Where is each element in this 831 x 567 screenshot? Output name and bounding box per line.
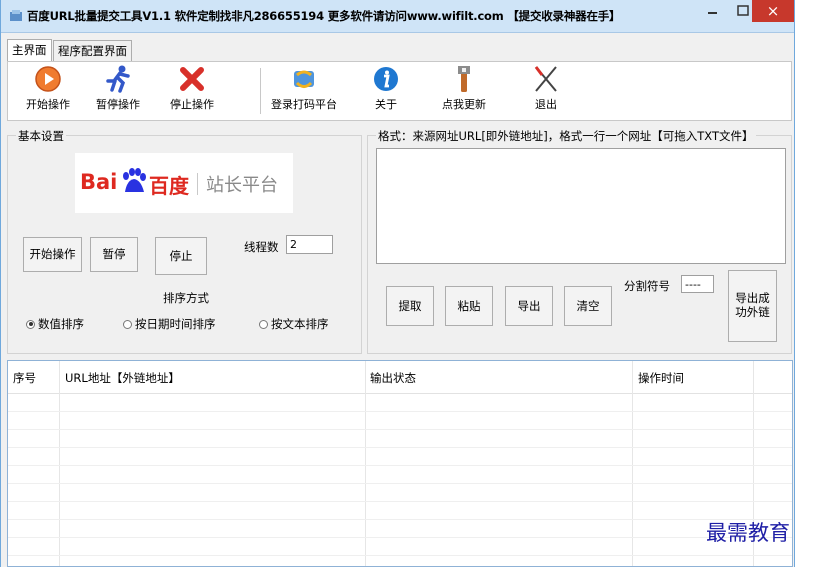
start-button[interactable]: 开始操作 (23, 237, 82, 272)
table-header: 序号 URL地址【外链地址】 输出状态 操作时间 (8, 361, 792, 394)
tab-config[interactable]: 程序配置界面 (53, 40, 132, 61)
captcha-login-label: 登录打码平台 (271, 98, 337, 111)
close-button[interactable]: × (752, 0, 794, 22)
minimize-button[interactable] (698, 0, 727, 22)
row-divider (8, 501, 792, 502)
row-divider (8, 519, 792, 520)
row-divider (8, 483, 792, 484)
app-window: 百度URL批量提交工具V1.1 软件定制找非凡286655194 更多软件请访问… (0, 0, 795, 567)
threads-label: 线程数 (244, 240, 279, 254)
stop-operation-label: 停止操作 (170, 98, 214, 111)
stop-button[interactable]: 停止 (155, 237, 207, 275)
column-header-index[interactable]: 序号 (13, 370, 36, 386)
about-button[interactable]: 关于 (350, 64, 422, 112)
column-header-time[interactable]: 操作时间 (638, 370, 684, 386)
clear-button[interactable]: 清空 (564, 286, 612, 326)
url-input-textarea[interactable] (376, 148, 786, 264)
about-label: 关于 (375, 98, 397, 111)
start-operation-label: 开始操作 (26, 98, 70, 111)
logo-baidu-text: 百度 (149, 174, 189, 198)
stop-operation-button[interactable]: 停止操作 (156, 64, 228, 112)
play-icon (35, 66, 61, 92)
pause-operation-label: 暂停操作 (96, 98, 140, 111)
sort-datetime-radio[interactable]: 按日期时间排序 (123, 316, 216, 332)
app-icon (10, 10, 22, 21)
sort-datetime-label: 按日期时间排序 (135, 317, 216, 331)
export-success-line2: 功外链 (735, 305, 770, 319)
baidu-logo: Bai 百度 站长平台 (75, 153, 293, 213)
window-title: 百度URL批量提交工具V1.1 软件定制找非凡286655194 更多软件请访问… (27, 9, 621, 23)
logo-divider (197, 173, 198, 195)
results-table[interactable]: 序号 URL地址【外链地址】 输出状态 操作时间 (7, 360, 793, 567)
export-success-line1: 导出成 (735, 291, 770, 305)
logo-bai-text: Bai (80, 170, 118, 194)
minimize-icon (708, 12, 717, 14)
scissors-icon (534, 66, 557, 92)
extract-button[interactable]: 提取 (386, 286, 434, 326)
row-divider (8, 537, 792, 538)
sort-text-label: 按文本排序 (271, 317, 329, 331)
wrench-icon (458, 66, 470, 92)
threads-input[interactable] (286, 235, 333, 254)
baidu-paw-icon (123, 168, 146, 192)
separator-input[interactable] (681, 275, 714, 293)
sort-numeric-radio[interactable]: 数值排序 (26, 316, 84, 332)
format-title: 格式：来源网址URL[即外链地址]，格式一行一个网址【可拖入TXT文件】 (376, 128, 756, 144)
sync-globe-icon (294, 70, 314, 88)
captcha-login-button[interactable]: 登录打码平台 (264, 64, 344, 112)
paste-button[interactable]: 粘贴 (445, 286, 493, 326)
sort-text-radio[interactable]: 按文本排序 (259, 316, 329, 332)
update-button[interactable]: 点我更新 (428, 64, 500, 112)
column-header-url[interactable]: URL地址【外链地址】 (65, 370, 180, 386)
row-divider (8, 555, 792, 556)
tab-main[interactable]: 主界面 (7, 39, 52, 62)
sort-numeric-label: 数值排序 (38, 317, 84, 331)
red-x-icon (180, 67, 204, 91)
exit-button[interactable]: 退出 (510, 64, 582, 112)
radio-empty-icon (259, 319, 268, 329)
watermark-text: 最需教育 (706, 521, 790, 545)
basic-settings-title: 基本设置 (16, 128, 66, 144)
format-group: 格式：来源网址URL[即外链地址]，格式一行一个网址【可拖入TXT文件】 提取 … (367, 128, 792, 354)
maximize-icon (736, 5, 749, 16)
sort-label: 排序方式 (163, 291, 209, 305)
row-divider (8, 447, 792, 448)
logo-platform-text: 站长平台 (206, 175, 278, 196)
row-divider (8, 429, 792, 430)
column-header-status[interactable]: 输出状态 (370, 370, 416, 386)
close-icon: × (766, 2, 780, 20)
toolbar: 开始操作 暂停操作 停止操作 登录打码平台 关于 点我更新 退出 (7, 61, 792, 121)
radio-empty-icon (123, 319, 132, 329)
exit-label: 退出 (535, 98, 557, 111)
pause-button[interactable]: 暂停 (90, 237, 138, 272)
basic-settings-group: 基本设置 Bai 百度 站长平台 开始操作 暂停 停止 线程数 排序方式 数值排… (7, 128, 362, 354)
separator-label: 分割符号 (624, 279, 670, 293)
running-man-icon (106, 65, 130, 93)
export-button[interactable]: 导出 (505, 286, 553, 326)
row-divider (8, 465, 792, 466)
export-success-links-button[interactable]: 导出成 功外链 (728, 270, 777, 342)
title-bar[interactable]: 百度URL批量提交工具V1.1 软件定制找非凡286655194 更多软件请访问… (1, 0, 794, 33)
pause-operation-button[interactable]: 暂停操作 (82, 64, 154, 112)
toolbar-separator (260, 68, 261, 114)
row-divider (8, 411, 792, 412)
start-operation-button[interactable]: 开始操作 (12, 64, 84, 112)
update-label: 点我更新 (442, 98, 486, 111)
radio-selected-icon (26, 319, 35, 329)
info-icon (374, 67, 398, 91)
